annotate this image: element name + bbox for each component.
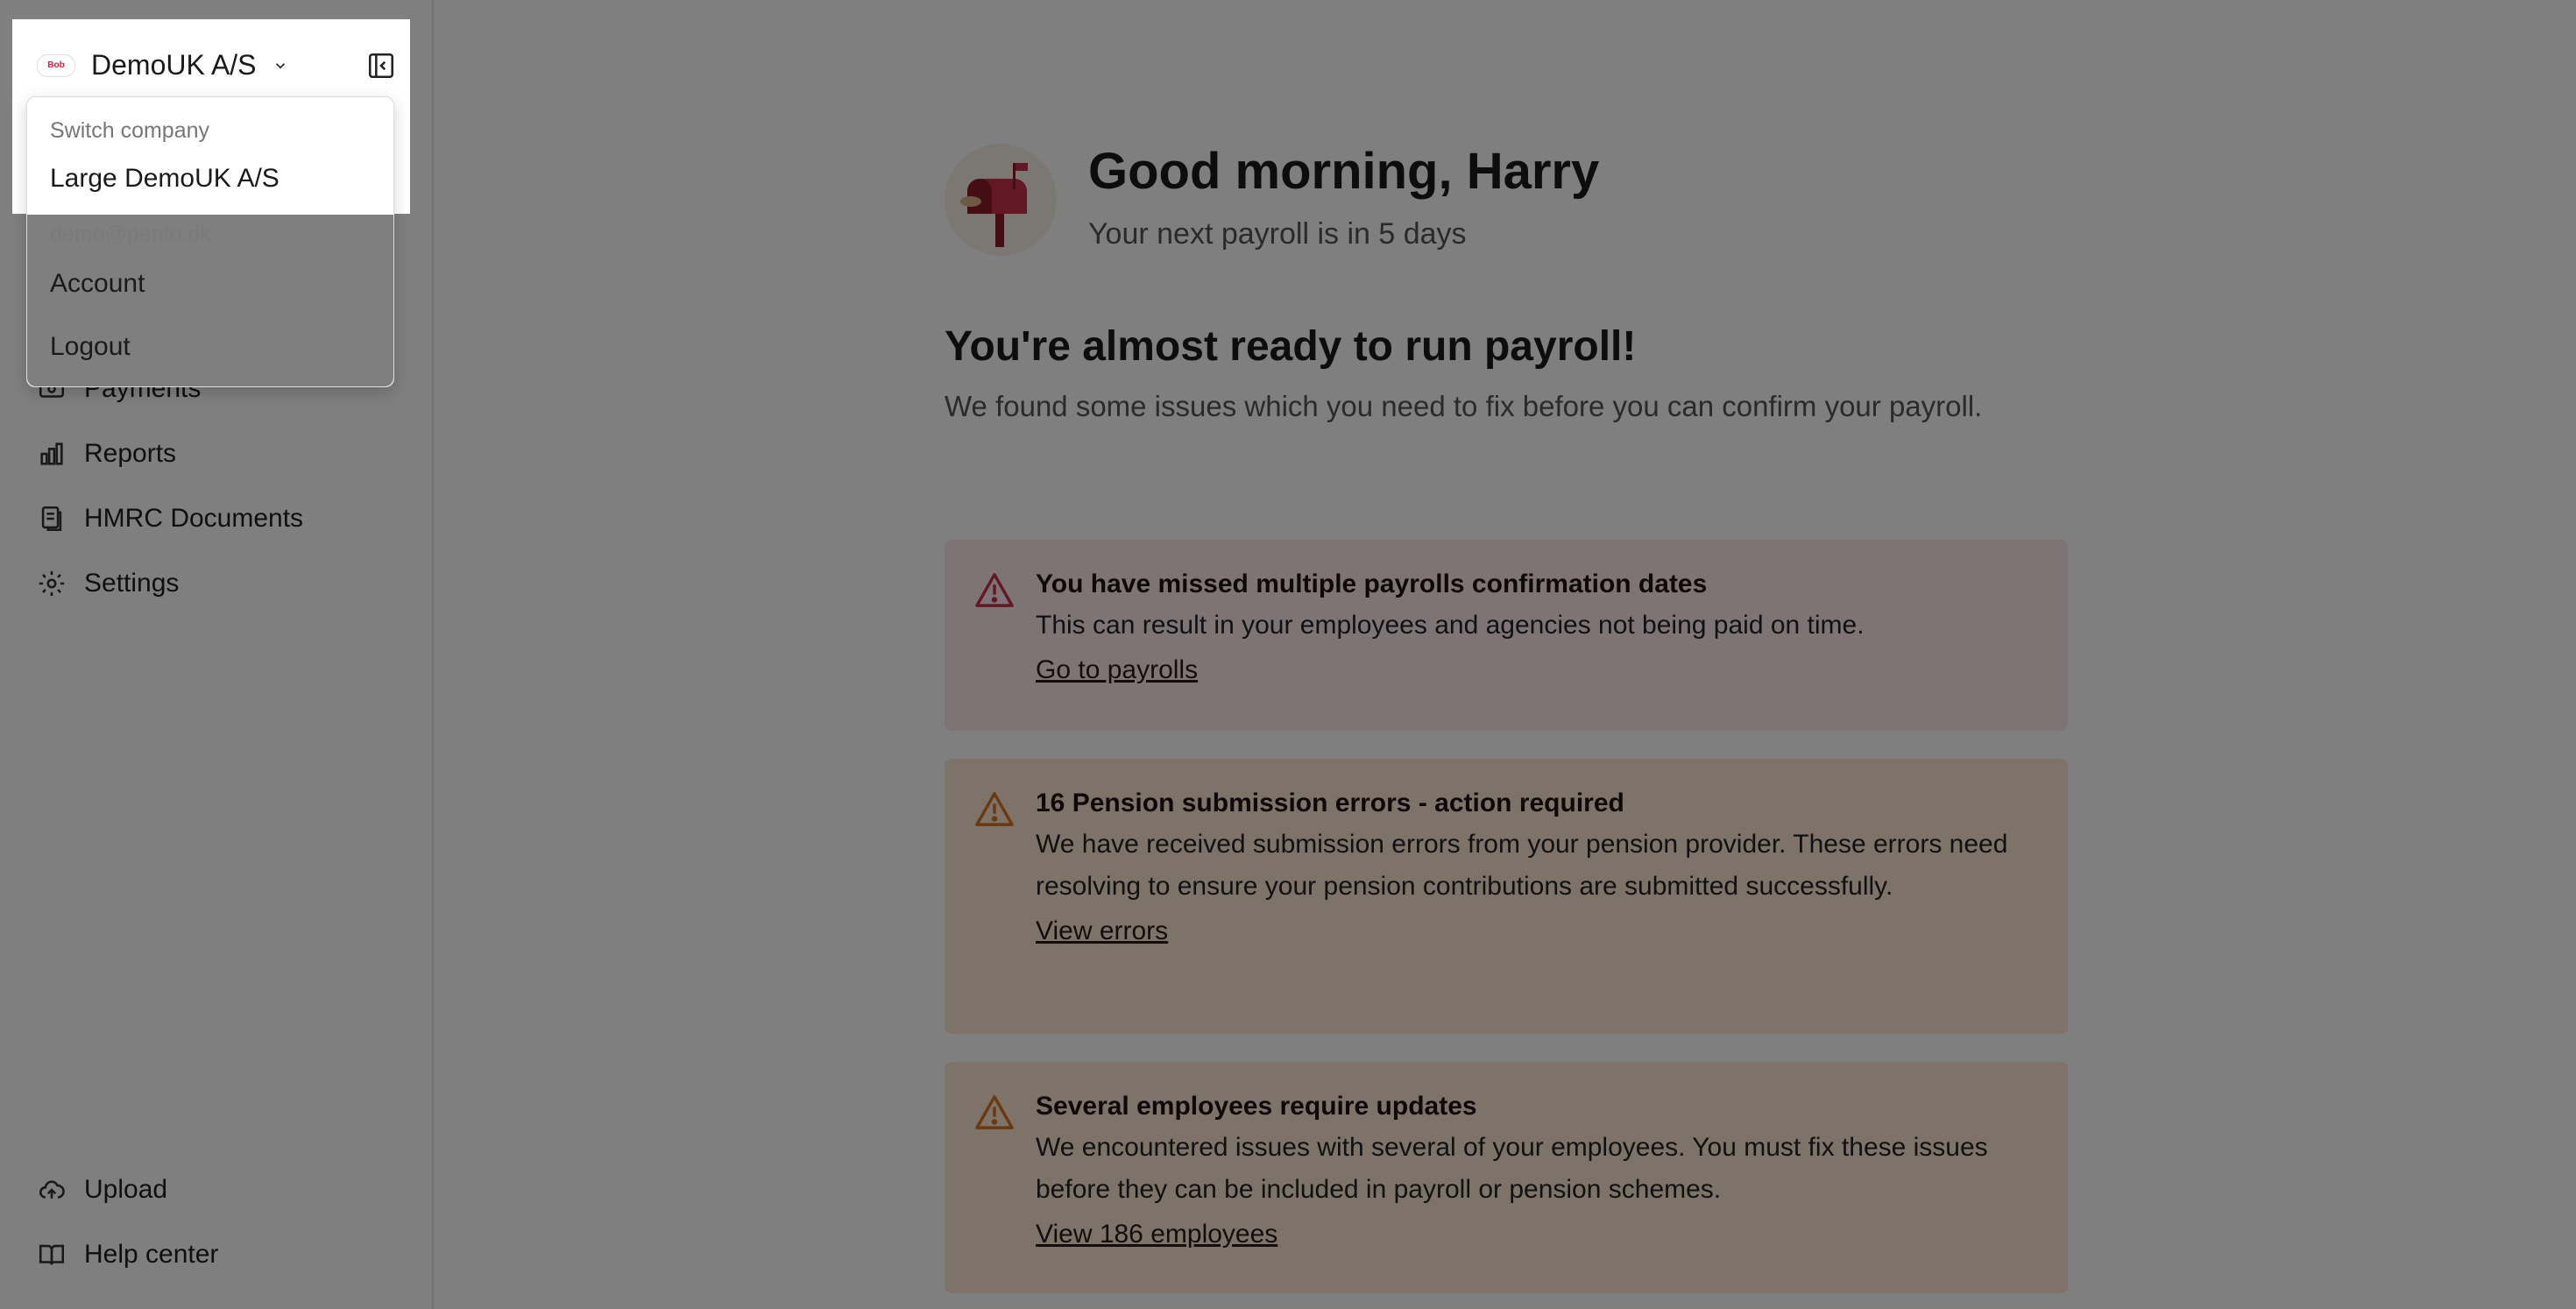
company-switcher[interactable]: Bob DemoUK A/S (37, 49, 288, 81)
company-dropdown: Switch company Large DemoUK A/S demo@pen… (26, 96, 394, 387)
chevron-down-icon (275, 62, 285, 69)
collapse-sidebar-icon[interactable] (366, 51, 396, 81)
menu-item-account[interactable]: Account (50, 269, 145, 299)
menu-item-logout[interactable]: Logout (50, 332, 131, 362)
menu-item-large-demouk[interactable]: Large DemoUK A/S (50, 164, 280, 194)
company-logo: Bob (37, 53, 75, 77)
switch-company-label: Switch company (50, 118, 210, 143)
account-email: demo@pento.dk (50, 222, 211, 246)
company-name: DemoUK A/S (91, 49, 257, 81)
